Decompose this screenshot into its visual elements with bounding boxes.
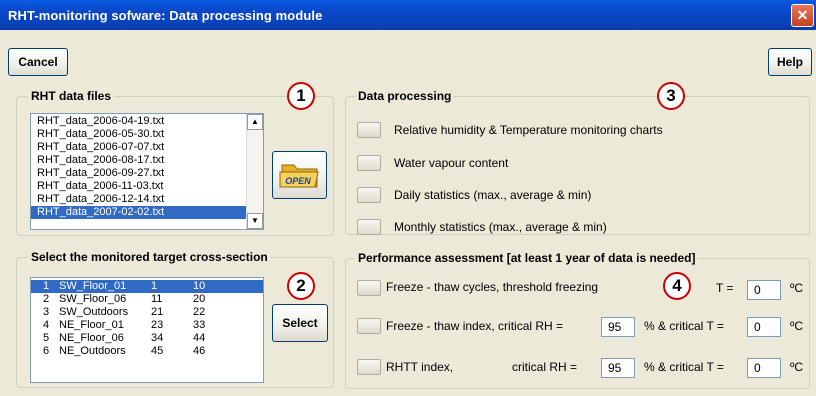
index-t-field[interactable]: 0: [747, 317, 781, 337]
open-folder-icon: OPEN: [279, 164, 319, 188]
rhtt-t-unit: ºC: [790, 360, 804, 374]
freeze-thaw-cycles-button[interactable]: [357, 280, 381, 296]
file-list-item[interactable]: RHT_data_2006-12-14.txt: [31, 193, 247, 206]
title-bar: RHT-monitoring sofware: Data processing …: [0, 0, 816, 30]
target-row[interactable]: 3 SW_Outdoors 21 22: [31, 306, 263, 319]
target-row[interactable]: 4 NE_Floor_01 23 33: [31, 319, 263, 332]
freeze-thaw-index-button[interactable]: [357, 318, 381, 334]
target-cell-n: 2: [43, 293, 50, 305]
rhtt-index-label: RHTT index,: [386, 360, 454, 374]
target-cell-a: 23: [151, 319, 164, 331]
target-cross-section-title: Select the monitored target cross-sectio…: [28, 250, 271, 264]
open-label: OPEN: [285, 176, 311, 186]
rhtt-t-label: % & critical T =: [644, 360, 724, 374]
file-list-item[interactable]: RHT_data_2006-07-07.txt: [31, 141, 247, 154]
target-cell-b: 46: [193, 345, 206, 357]
target-cell-name: SW_Floor_01: [59, 280, 127, 292]
target-cell-b: 22: [193, 306, 206, 318]
help-button[interactable]: Help: [768, 48, 812, 76]
target-list[interactable]: 1 SW_Floor_01 1 10 2 SW_Floor_06 11 20 3 SW_Outdo…: [30, 277, 264, 383]
target-cell-n: 3: [43, 306, 50, 318]
step-3-badge: 3: [657, 82, 685, 110]
target-cell-n: 5: [43, 332, 50, 344]
daily-statistics-label: Daily statistics (max., average & min): [394, 188, 592, 202]
target-cell-n: 6: [43, 345, 50, 357]
rhtt-index-button[interactable]: [357, 359, 381, 375]
target-cell-b: 33: [193, 319, 206, 331]
open-button[interactable]: OPEN: [272, 151, 327, 199]
file-list-item[interactable]: RHT_data_2006-04-19.txt: [31, 115, 247, 128]
file-list-item[interactable]: RHT_data_2006-05-30.txt: [31, 128, 247, 141]
target-cell-a: 45: [151, 345, 164, 357]
monthly-statistics-label: Monthly statistics (max., average & min): [394, 220, 607, 234]
scroll-up-icon[interactable]: ▲: [247, 114, 263, 130]
index-t-label: % & critical T =: [644, 319, 724, 333]
file-list-item[interactable]: RHT_data_2006-09-27.txt: [31, 167, 247, 180]
step-4-badge: 4: [663, 272, 691, 300]
target-cell-n: 1: [43, 280, 50, 292]
target-cell-name: SW_Floor_06: [59, 293, 127, 305]
rht-charts-button[interactable]: [357, 122, 381, 138]
target-list-rows: 1 SW_Floor_01 1 10 2 SW_Floor_06 11 20 3 SW_Outdo…: [31, 280, 263, 380]
target-cell-name: SW_Outdoors: [59, 306, 129, 318]
target-row[interactable]: 5 NE_Floor_06 34 44: [31, 332, 263, 345]
data-processing-title: Data processing: [355, 89, 455, 103]
target-cell-b: 20: [193, 293, 206, 305]
target-cell-a: 21: [151, 306, 164, 318]
file-list-item[interactable]: RHT_data_2007-02-02.txt: [31, 206, 247, 219]
freeze-thaw-cycles-label: Freeze - thaw cycles, threshold freezing: [386, 280, 599, 294]
file-list-item[interactable]: RHT_data_2006-11-03.txt: [31, 180, 247, 193]
window-title: RHT-monitoring sofware: Data processing …: [8, 8, 323, 23]
index-rh-field[interactable]: 95: [601, 317, 635, 337]
freeze-t-unit: ºC: [790, 281, 804, 295]
step-1-badge: 1: [287, 82, 315, 110]
monthly-statistics-button[interactable]: [357, 219, 381, 235]
scroll-down-icon[interactable]: ▼: [247, 213, 263, 229]
daily-statistics-button[interactable]: [357, 187, 381, 203]
cancel-button[interactable]: Cancel: [8, 48, 68, 76]
freeze-t-field[interactable]: 0: [747, 280, 781, 300]
water-vapour-label: Water vapour content: [394, 156, 509, 170]
target-cell-b: 44: [193, 332, 206, 344]
target-cell-name: NE_Outdoors: [59, 345, 126, 357]
step-2-badge: 2: [287, 272, 315, 300]
target-row[interactable]: 1 SW_Floor_01 1 10: [31, 280, 263, 293]
target-cell-b: 10: [193, 280, 206, 292]
water-vapour-button[interactable]: [357, 155, 381, 171]
file-list-item[interactable]: RHT_data_2006-08-17.txt: [31, 154, 247, 167]
target-row[interactable]: 6 NE_Outdoors 45 46: [31, 345, 263, 358]
rht-data-files-title: RHT data files: [28, 89, 115, 103]
target-cell-name: NE_Floor_01: [59, 319, 124, 331]
index-t-unit: ºC: [790, 319, 804, 333]
close-button[interactable]: ✕: [791, 4, 814, 27]
target-row[interactable]: 2 SW_Floor_06 11 20: [31, 293, 263, 306]
select-button[interactable]: Select: [272, 304, 328, 342]
target-cell-n: 4: [43, 319, 50, 331]
file-list[interactable]: RHT_data_2006-04-19.txt RHT_data_2006-05-…: [30, 113, 264, 230]
target-cell-a: 11: [151, 293, 163, 305]
rhtt-rh-label: critical RH =: [512, 360, 578, 374]
freeze-thaw-index-label: Freeze - thaw index, critical RH =: [386, 319, 564, 333]
rht-charts-label: Relative humidity & Temperature monitori…: [394, 123, 663, 137]
performance-assessment-title: Performance assessment [at least 1 year …: [355, 251, 699, 265]
rhtt-t-field[interactable]: 0: [747, 358, 781, 378]
rhtt-rh-field[interactable]: 95: [601, 358, 635, 378]
file-list-scrollbar[interactable]: ▲ ▼: [246, 114, 263, 229]
target-cell-a: 34: [151, 332, 164, 344]
freeze-t-label: T =: [716, 281, 734, 295]
file-list-items: RHT_data_2006-04-19.txt RHT_data_2006-05-…: [31, 115, 263, 219]
target-cell-a: 1: [151, 280, 158, 292]
target-cell-name: NE_Floor_06: [59, 332, 124, 344]
